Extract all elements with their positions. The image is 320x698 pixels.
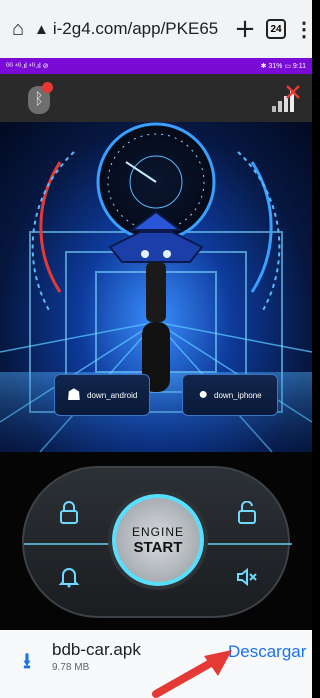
download-icon: ⭳ [23,649,31,674]
bluetooth-status-dot [42,82,53,93]
plus-icon[interactable]: + [232,14,258,44]
signal-off-icon [272,85,300,112]
tab-switcher-button[interactable]: 24 [266,19,286,39]
hero-artwork: ☗ down_android ● down_iphone [0,122,312,452]
motorcycle-icon [108,210,204,392]
download-android-label: down_android [87,390,138,400]
app-header: ᛒ [0,74,312,122]
mute-icon[interactable] [230,560,264,594]
download-android-button[interactable]: ☗ down_android [54,374,150,416]
warning-icon[interactable]: ▲ [34,21,49,38]
engine-start-button[interactable]: ENGINE START [108,490,208,590]
home-icon[interactable]: ⌂ [6,17,30,41]
red-arrow-icon [152,650,232,698]
status-bar: ᴳᴳ ⁴ᴳ.ıl ⁴ᴳ.ıl ⊘ ✱ 31% ▭ 9:11 [0,58,312,74]
unlock-icon[interactable] [230,496,264,530]
tab-count: 24 [270,23,282,35]
engine-label: ENGINE [131,524,184,539]
download-iphone-button[interactable]: ● down_iphone [182,374,278,416]
file-name: bdb-car.apk [52,640,141,659]
status-left: ᴳᴳ ⁴ᴳ.ıl ⁴ᴳ.ıl ⊘ [6,63,49,70]
browser-toolbar: ⌂ ▲ i-2g4.com/app/PKE65 + 24 ⋮ [0,0,314,58]
download-iphone-label: down_iphone [214,390,262,400]
start-label: START [133,538,183,556]
lock-icon[interactable] [52,496,86,530]
android-icon: ☗ [66,387,82,404]
apple-icon: ● [198,386,209,403]
url-text: i-2g4.com/app/PKE65 [52,19,219,38]
more-vert-icon[interactable]: ⋮ [294,17,314,42]
file-size: 9.78 MB [52,662,90,673]
address-bar[interactable]: ▲ i-2g4.com/app/PKE65 [34,12,228,46]
bell-icon[interactable] [52,560,86,594]
status-right: ✱ 31% ▭ 9:11 [260,63,306,70]
control-pad: ENGINE START [22,466,292,618]
remote-controls: ENGINE START [0,452,312,630]
